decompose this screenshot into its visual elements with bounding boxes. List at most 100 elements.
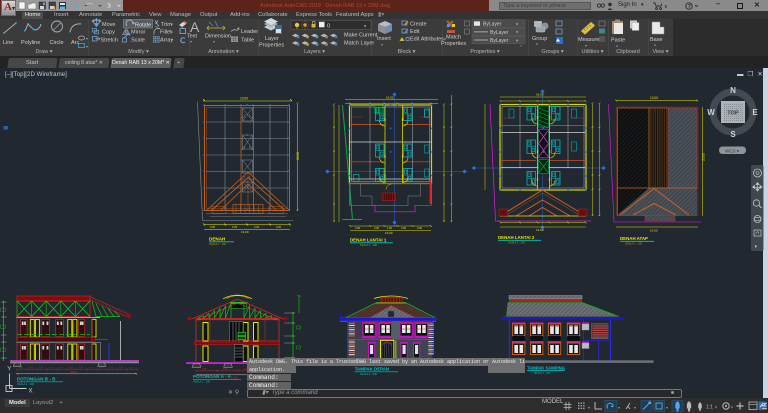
svg-text:SKALA 1 : 100: SKALA 1 : 100 xyxy=(17,382,34,386)
svg-text:3.00: 3.00 xyxy=(417,226,423,230)
svg-text:TOP: TOP xyxy=(727,111,739,117)
svg-text:▾: ▾ xyxy=(634,405,636,410)
svg-text:▾: ▾ xyxy=(381,42,383,47)
svg-text:Copy: Copy xyxy=(102,30,115,36)
svg-text:Arc: Arc xyxy=(71,40,80,46)
svg-text:▾: ▾ xyxy=(190,39,192,44)
svg-text:1.50: 1.50 xyxy=(59,368,64,370)
svg-text:Array: Array xyxy=(160,37,173,43)
svg-text:Stretch: Stretch xyxy=(101,37,118,43)
svg-text:Y: Y xyxy=(7,367,11,373)
svg-text:13.00: 13.00 xyxy=(241,230,249,234)
svg-text:▾: ▾ xyxy=(253,29,255,34)
svg-text:Leader: Leader xyxy=(241,29,258,35)
svg-text:SKALA 1 : 100: SKALA 1 : 100 xyxy=(534,372,551,375)
svg-text:Rotate: Rotate xyxy=(135,22,151,28)
svg-text:▾: ▾ xyxy=(666,405,668,410)
svg-text:Properties: Properties xyxy=(441,41,466,47)
svg-text:1.50: 1.50 xyxy=(99,368,104,370)
svg-text:Layer: Layer xyxy=(265,36,279,42)
svg-text:Circle: Circle xyxy=(50,40,64,46)
svg-text:▾: ▾ xyxy=(86,36,88,41)
svg-text:0: 0 xyxy=(327,24,330,30)
svg-text:1.50: 1.50 xyxy=(129,368,134,370)
svg-text:W: W xyxy=(707,108,715,117)
svg-text:Make Current: Make Current xyxy=(344,33,378,39)
svg-text:2.00: 2.00 xyxy=(401,226,407,230)
svg-text:▾: ▾ xyxy=(536,42,538,47)
svg-text:3.25: 3.25 xyxy=(254,225,260,229)
svg-text:13.00: 13.00 xyxy=(650,96,658,100)
svg-text:Polyline: Polyline xyxy=(21,40,40,46)
svg-text:SKALA 1 : 100: SKALA 1 : 100 xyxy=(508,241,525,245)
svg-text:Trim: Trim xyxy=(161,22,172,28)
svg-text:1.50: 1.50 xyxy=(19,368,24,370)
svg-text:X: X xyxy=(29,389,33,395)
svg-text:▾: ▾ xyxy=(616,44,618,49)
svg-text:Measure: Measure xyxy=(578,37,599,43)
svg-text:WCS ▾: WCS ▾ xyxy=(725,149,740,154)
svg-text:ByLayer: ByLayer xyxy=(490,30,509,36)
svg-text:Dimension: Dimension xyxy=(205,34,231,40)
svg-text:Edit: Edit xyxy=(410,29,420,35)
svg-text:20.00: 20.00 xyxy=(296,152,300,160)
svg-text:16.00: 16.00 xyxy=(386,96,394,100)
svg-text:SKALA 1 : 100: SKALA 1 : 100 xyxy=(360,243,377,247)
svg-text:Insert: Insert xyxy=(377,36,391,42)
svg-text:DENAH LANTAI 1: DENAH LANTAI 1 xyxy=(350,238,387,243)
svg-text:POTONGAN A - A: POTONGAN A - A xyxy=(193,374,232,379)
svg-text:1.50: 1.50 xyxy=(119,368,124,370)
svg-text:▾: ▾ xyxy=(618,405,620,410)
svg-text:S: S xyxy=(730,130,736,139)
svg-text:Group: Group xyxy=(532,36,547,42)
svg-text:▾: ▾ xyxy=(715,405,717,410)
svg-text:3.00: 3.00 xyxy=(276,225,282,229)
svg-text:1.50: 1.50 xyxy=(109,368,114,370)
svg-text:2.00: 2.00 xyxy=(374,226,380,230)
svg-text:16.00: 16.00 xyxy=(536,93,544,97)
svg-text:SKALA 1 : 100: SKALA 1 : 100 xyxy=(193,380,210,384)
svg-text:ByLayer: ByLayer xyxy=(483,22,502,28)
svg-text:13.00: 13.00 xyxy=(536,228,544,232)
svg-text:1:1: 1:1 xyxy=(706,405,713,411)
svg-text:3.50: 3.50 xyxy=(223,369,228,371)
svg-text:1.50: 1.50 xyxy=(69,368,74,370)
svg-text:3.25: 3.25 xyxy=(232,225,238,229)
svg-text:▾: ▾ xyxy=(213,39,215,44)
svg-text:1.50: 1.50 xyxy=(39,368,44,370)
svg-text:SKALA 1 : 100: SKALA 1 : 100 xyxy=(209,242,226,246)
svg-text:DENAH LANTAI 2: DENAH LANTAI 2 xyxy=(498,235,535,240)
svg-text:Match: Match xyxy=(446,35,461,41)
svg-text:N: N xyxy=(730,86,736,95)
svg-text:Create: Create xyxy=(410,22,427,28)
svg-text:Properties: Properties xyxy=(259,43,284,49)
svg-text:Table: Table xyxy=(241,38,254,44)
svg-text:Line: Line xyxy=(3,40,13,46)
svg-text:3.00: 3.00 xyxy=(210,225,216,229)
svg-text:Match Layer: Match Layer xyxy=(344,41,374,47)
svg-text:DENAH: DENAH xyxy=(209,237,226,242)
svg-text:13.00: 13.00 xyxy=(650,229,658,233)
svg-text:SKALA 1 : 100: SKALA 1 : 100 xyxy=(625,242,642,246)
svg-text:13.00: 13.00 xyxy=(385,231,393,235)
svg-text:1.50: 1.50 xyxy=(49,368,54,370)
svg-text:3.00: 3.00 xyxy=(355,226,361,230)
svg-text:1.50: 1.50 xyxy=(387,226,393,230)
svg-text:▾: ▾ xyxy=(444,37,446,42)
svg-text:SKALA 1 : 100: SKALA 1 : 100 xyxy=(360,372,377,376)
svg-text:Move: Move xyxy=(102,22,115,28)
svg-text:▾: ▾ xyxy=(86,44,88,49)
svg-text:▾: ▾ xyxy=(588,405,590,410)
svg-text:▾: ▾ xyxy=(654,43,656,48)
svg-text:TAMPAK DEPAN: TAMPAK DEPAN xyxy=(355,367,389,372)
svg-text:▾: ▾ xyxy=(731,405,733,410)
svg-text:▾: ▾ xyxy=(585,43,587,48)
svg-text:TAMPAK SAMPING: TAMPAK SAMPING xyxy=(527,365,565,370)
svg-text:Scale: Scale xyxy=(131,37,145,43)
svg-text:18.00: 18.00 xyxy=(70,370,77,374)
svg-text:E: E xyxy=(752,108,758,117)
svg-text:1.50: 1.50 xyxy=(29,368,34,370)
svg-text:13.00: 13.00 xyxy=(240,97,248,101)
svg-text:Edit Attributes: Edit Attributes xyxy=(410,37,444,43)
svg-text:DENAH ATAP: DENAH ATAP xyxy=(620,236,648,241)
